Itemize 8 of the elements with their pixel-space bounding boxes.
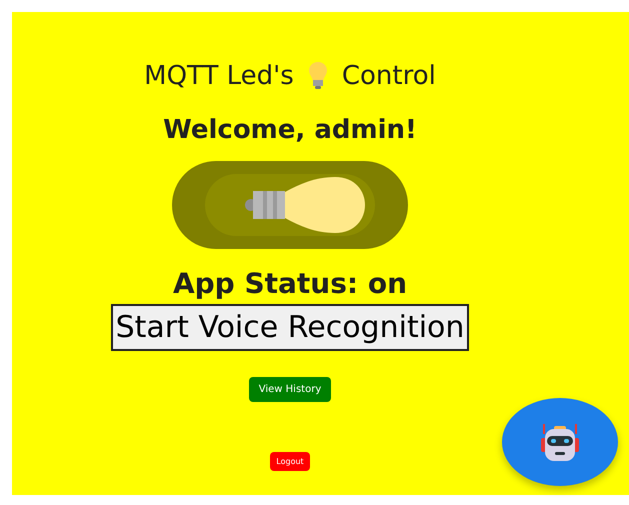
- history-button[interactable]: View History: [248, 377, 332, 402]
- logout-button[interactable]: Logout: [270, 452, 310, 471]
- light-bulb-icon: [308, 61, 328, 91]
- page-title: MQTT Led's: [144, 61, 294, 91]
- page-title: Control: [342, 61, 436, 91]
- voice-recognition-button[interactable]: Start Voice Recognition: [110, 304, 470, 351]
- status-text: App Status: on: [172, 267, 408, 300]
- welcome-text: Welcome, admin!: [163, 115, 417, 145]
